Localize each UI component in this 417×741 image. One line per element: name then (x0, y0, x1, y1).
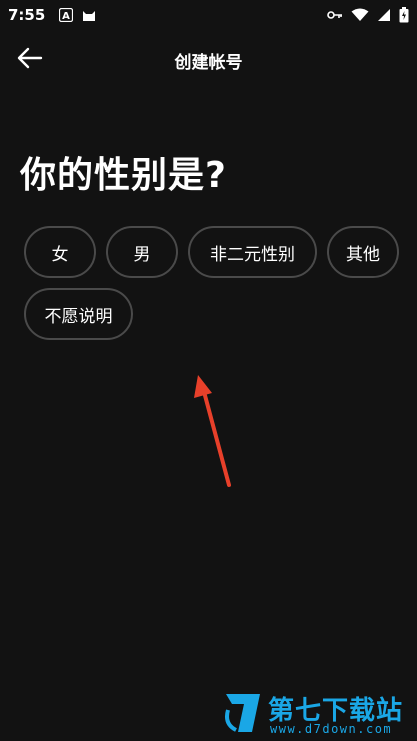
option-female-button[interactable]: 女 (24, 226, 96, 278)
gender-options: 女 男 非二元性别 其他 不愿说明 (24, 226, 409, 340)
status-left-icons: A (59, 8, 97, 22)
annotation-arrow (194, 375, 231, 487)
option-prefer-not-to-say-button[interactable]: 不愿说明 (24, 288, 133, 340)
svg-text:A: A (62, 11, 70, 22)
status-right-icons (327, 7, 409, 23)
watermark-url: www.d7down.com (270, 722, 393, 736)
gender-question-heading: 你的性别是? (20, 155, 227, 196)
option-other-button[interactable]: 其他 (327, 226, 399, 278)
arrow-left-icon (17, 47, 43, 74)
app-header: 创建帐号 (0, 40, 417, 80)
cat-icon (81, 8, 97, 22)
back-button[interactable] (14, 44, 46, 76)
font-a-icon: A (59, 8, 74, 22)
status-bar: 7:55 A (0, 0, 417, 30)
watermark-logo-icon (222, 690, 264, 741)
status-time: 7:55 (8, 6, 46, 24)
watermark: 第七下载站 www.d7down.com (222, 688, 412, 738)
battery-icon (399, 7, 409, 23)
wifi-icon (351, 8, 369, 22)
signal-icon (377, 8, 391, 22)
option-male-button[interactable]: 男 (106, 226, 178, 278)
key-icon (327, 10, 343, 20)
option-nonbinary-button[interactable]: 非二元性别 (188, 226, 317, 278)
page-title: 创建帐号 (174, 52, 243, 73)
